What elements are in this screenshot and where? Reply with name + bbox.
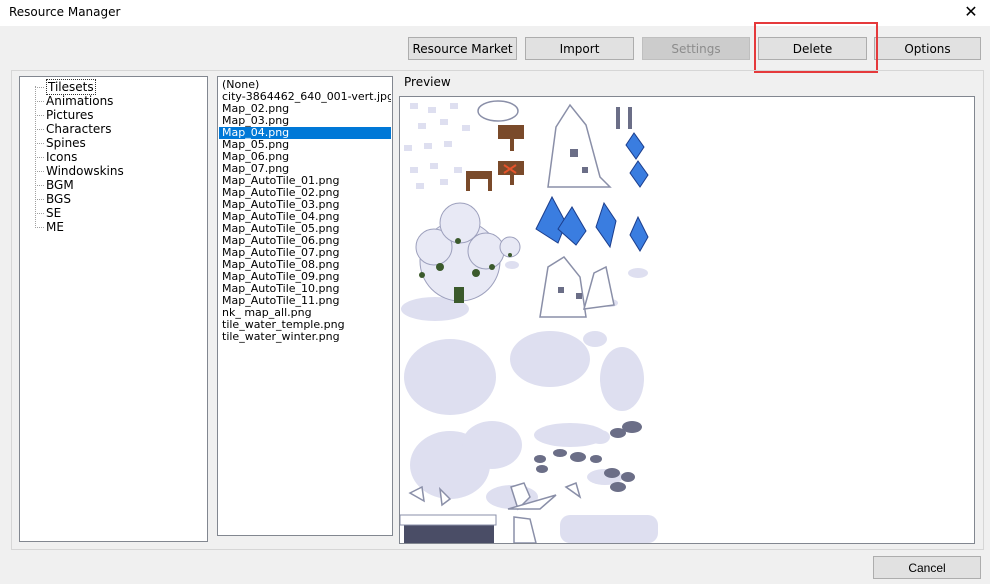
- tree-connector: [35, 171, 44, 172]
- file-list-item[interactable]: Map_06.png: [219, 151, 391, 163]
- tree-item-label: Tilesets: [46, 79, 96, 95]
- file-list-item[interactable]: Map_AutoTile_08.png: [219, 259, 391, 271]
- file-list-item[interactable]: Map_AutoTile_02.png: [219, 187, 391, 199]
- file-list-item[interactable]: Map_03.png: [219, 115, 391, 127]
- resource-market-button[interactable]: Resource Market: [408, 37, 517, 60]
- tree-connector: [35, 213, 44, 214]
- tree-item-animations[interactable]: Animations: [46, 94, 113, 108]
- file-list-item[interactable]: city-3864462_640_001-vert.jpg: [219, 91, 391, 103]
- tree-item-bgs[interactable]: BGS: [46, 192, 71, 206]
- tree-item-tilesets[interactable]: Tilesets: [46, 79, 96, 95]
- window-title: Resource Manager: [9, 5, 121, 19]
- tree-item-bgm[interactable]: BGM: [46, 178, 74, 192]
- file-list-item[interactable]: Map_04.png: [219, 127, 391, 139]
- tree-connector: [35, 157, 44, 158]
- tree-item-label: Animations: [46, 94, 114, 108]
- tree-connector: [35, 129, 44, 130]
- tree-connector: [35, 115, 44, 116]
- tree-connector: [35, 86, 36, 226]
- tree-item-icons[interactable]: Icons: [46, 150, 77, 164]
- file-list-item[interactable]: nk_ map_all.png: [219, 307, 391, 319]
- file-list-item[interactable]: Map_AutoTile_04.png: [219, 211, 391, 223]
- tree-item-label: BGS: [46, 192, 71, 206]
- tree-item-label: BGM: [46, 178, 74, 192]
- close-icon[interactable]: ✕: [960, 1, 982, 23]
- tree-connector: [35, 101, 44, 102]
- tileset-image: [400, 100, 658, 543]
- tree-item-label: Windowskins: [46, 164, 124, 178]
- tree-item-label: Pictures: [46, 108, 94, 122]
- tree-connector: [35, 185, 44, 186]
- tree-item-characters[interactable]: Characters: [46, 122, 112, 136]
- file-list-item[interactable]: Map_AutoTile_10.png: [219, 283, 391, 295]
- file-list-item[interactable]: tile_water_winter.png: [219, 331, 391, 343]
- delete-highlight-box: [754, 22, 878, 73]
- cancel-button[interactable]: Cancel: [873, 556, 981, 579]
- options-button[interactable]: Options: [874, 37, 981, 60]
- tree-connector: [35, 227, 44, 228]
- tree-item-label: Icons: [46, 150, 78, 164]
- file-list-item[interactable]: Map_02.png: [219, 103, 391, 115]
- tree-item-spines[interactable]: Spines: [46, 136, 86, 150]
- file-list-item[interactable]: Map_AutoTile_03.png: [219, 199, 391, 211]
- file-list-item[interactable]: (None): [219, 79, 391, 91]
- tree-item-label: ME: [46, 220, 64, 234]
- import-button[interactable]: Import: [525, 37, 634, 60]
- file-list-item[interactable]: tile_water_temple.png: [219, 319, 391, 331]
- file-list[interactable]: (None) city-3864462_640_001-vert.jpg Map_0…: [217, 76, 393, 536]
- file-list-item[interactable]: Map_AutoTile_05.png: [219, 223, 391, 235]
- category-tree[interactable]: Tilesets Animations Pictures Characters Spin…: [19, 76, 208, 542]
- tree-connector: [35, 143, 44, 144]
- file-list-item[interactable]: Map_AutoTile_01.png: [219, 175, 391, 187]
- settings-button: Settings: [642, 37, 750, 60]
- file-list-item[interactable]: Map_07.png: [219, 163, 391, 175]
- tree-item-label: Spines: [46, 136, 86, 150]
- file-list-item[interactable]: Map_AutoTile_11.png: [219, 295, 391, 307]
- tree-item-label: SE: [46, 206, 62, 220]
- file-list-item[interactable]: Map_AutoTile_06.png: [219, 235, 391, 247]
- tree-item-windowskins[interactable]: Windowskins: [46, 164, 124, 178]
- tree-connector: [35, 199, 44, 200]
- tree-item-pictures[interactable]: Pictures: [46, 108, 94, 122]
- preview-label: Preview: [404, 75, 451, 89]
- file-list-item[interactable]: Map_05.png: [219, 139, 391, 151]
- file-list-item[interactable]: Map_AutoTile_09.png: [219, 271, 391, 283]
- tileset-preview: [399, 96, 975, 544]
- file-list-item[interactable]: Map_AutoTile_07.png: [219, 247, 391, 259]
- tree-item-se[interactable]: SE: [46, 206, 61, 220]
- tree-connector: [35, 87, 44, 88]
- tree-item-me[interactable]: ME: [46, 220, 64, 234]
- tree-item-label: Characters: [46, 122, 112, 136]
